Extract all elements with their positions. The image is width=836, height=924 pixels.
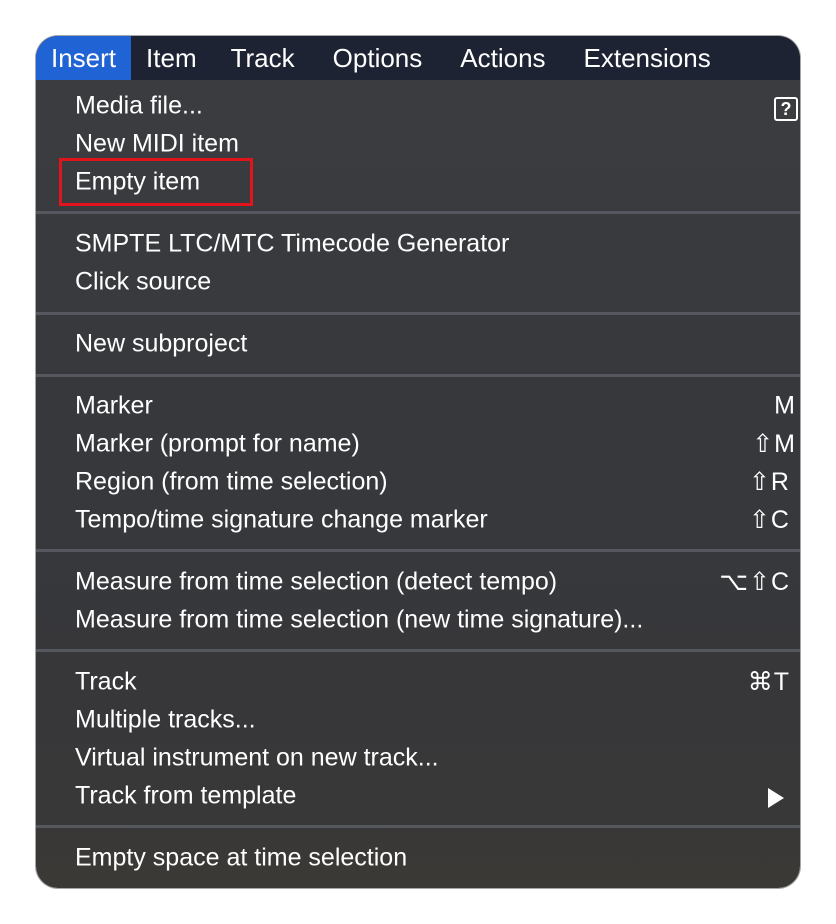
menu-item-shortcut: M — [774, 391, 796, 420]
menu-item-marker-prompt[interactable]: Marker (prompt for name) ⇧M — [36, 425, 800, 463]
menubar-item[interactable]: Item — [131, 36, 212, 80]
menu-window: Insert Item Track Options Actions Extens… — [36, 36, 800, 888]
menu-item-region[interactable]: Region (from time selection) ⇧R — [36, 463, 800, 501]
menubar-options[interactable]: Options — [314, 36, 442, 80]
menu-separator — [36, 374, 800, 377]
menu-item-label: Click source — [75, 267, 212, 296]
menu-item-virtual-instrument[interactable]: Virtual instrument on new track... — [36, 739, 800, 777]
help-icon[interactable]: ? — [774, 97, 798, 121]
menu-item-label: Measure from time selection (detect temp… — [75, 567, 558, 596]
menu-separator — [36, 825, 800, 828]
menubar-insert[interactable]: Insert — [36, 36, 132, 80]
menu-separator — [36, 312, 800, 315]
menu-item-tempo-marker[interactable]: Tempo/time signature change marker ⇧C — [36, 501, 800, 539]
menu-item-shortcut: ⇧C — [748, 506, 790, 534]
annotation-highlight-box — [59, 158, 253, 206]
menu-item-smpte-generator[interactable]: SMPTE LTC/MTC Timecode Generator — [36, 225, 800, 263]
menubar-track[interactable]: Track — [212, 36, 314, 80]
menu-item-marker[interactable]: Marker M — [36, 387, 800, 425]
menu-item-label: New subproject — [75, 329, 248, 358]
menu-item-label: Region (from time selection) — [75, 467, 388, 496]
menu-item-label: Virtual instrument on new track... — [75, 743, 439, 772]
menu-item-label: Track — [75, 667, 137, 696]
menu-separator — [36, 649, 800, 652]
menu-item-shortcut: ⌘T — [747, 668, 790, 696]
menu-item-label: Measure from time selection (new time si… — [75, 605, 644, 634]
submenu-arrow-icon — [768, 788, 784, 808]
menu-item-shortcut: ⌥⇧C — [719, 568, 790, 596]
menu-item-label: Marker (prompt for name) — [75, 429, 360, 458]
menu-item-label: SMPTE LTC/MTC Timecode Generator — [75, 229, 510, 258]
menubar-extensions[interactable]: Extensions — [565, 36, 730, 80]
menu-item-label: Tempo/time signature change marker — [75, 505, 488, 534]
menu-item-shortcut: ⇧R — [748, 468, 790, 496]
menu-separator — [36, 211, 800, 214]
menu-item-new-subproject[interactable]: New subproject — [36, 325, 800, 363]
menu-item-empty-space[interactable]: Empty space at time selection — [36, 839, 800, 877]
menu-item-label: Empty space at time selection — [75, 843, 408, 872]
menu-item-track[interactable]: Track ⌘T — [36, 663, 800, 701]
menu-item-label: Media file... — [75, 91, 203, 120]
menu-item-label: Multiple tracks... — [75, 705, 256, 734]
menu-item-media-file[interactable]: Media file... — [36, 87, 800, 125]
menu-separator — [36, 549, 800, 552]
menu-item-multiple-tracks[interactable]: Multiple tracks... — [36, 701, 800, 739]
menu-item-measure-detect-tempo[interactable]: Measure from time selection (detect temp… — [36, 563, 800, 601]
menu-item-shortcut: ⇧M — [752, 430, 796, 458]
menu-item-click-source[interactable]: Click source — [36, 263, 800, 301]
menu-item-label: Marker — [75, 391, 153, 420]
menu-item-track-from-template[interactable]: Track from template — [36, 777, 800, 815]
menubar-actions[interactable]: Actions — [441, 36, 564, 80]
menu-item-label: New MIDI item — [75, 129, 239, 158]
menubar: Insert Item Track Options Actions Extens… — [36, 36, 800, 80]
menu-item-measure-new-time-sig[interactable]: Measure from time selection (new time si… — [36, 601, 800, 639]
menu-item-label: Track from template — [75, 781, 297, 810]
